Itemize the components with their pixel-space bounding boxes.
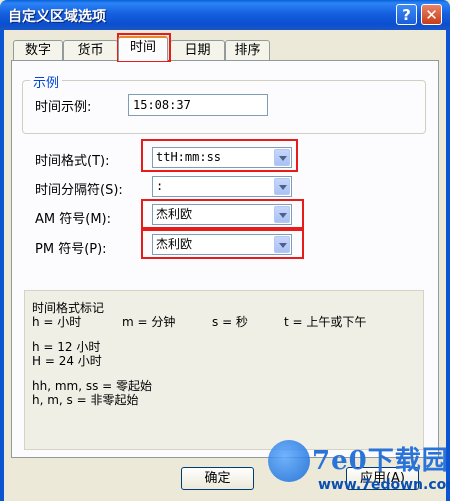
time-separator-combo[interactable]: : bbox=[152, 176, 292, 197]
close-button[interactable]: ✕ bbox=[421, 4, 442, 25]
highlight-pm-symbol bbox=[141, 229, 304, 259]
window-title: 自定义区域选项 bbox=[8, 9, 106, 25]
highlight-time-format bbox=[141, 139, 298, 172]
notes-legend-s: s = 秒 bbox=[212, 315, 248, 329]
tab-date[interactable]: 日期 bbox=[170, 40, 225, 60]
highlight-am-symbol bbox=[141, 199, 304, 229]
notes-h24: H = 24 小时 bbox=[32, 354, 102, 368]
tab-number[interactable]: 数字 bbox=[13, 40, 63, 60]
window-border-left bbox=[0, 30, 4, 501]
time-separator-value: : bbox=[156, 179, 164, 193]
sample-label: 时间示例: bbox=[35, 100, 92, 115]
watermark-url: www.7edown.com bbox=[318, 477, 450, 493]
notes-legend-t: t = 上午或下午 bbox=[284, 315, 367, 329]
tab-time[interactable]: 时间 bbox=[118, 36, 168, 61]
window-border-right bbox=[446, 30, 450, 501]
ok-button[interactable]: 确定 bbox=[181, 467, 254, 490]
notes-legend-h: h = 小时 bbox=[32, 315, 82, 329]
time-format-label: 时间格式(T): bbox=[35, 154, 110, 169]
notes-legend-m: m = 分钟 bbox=[122, 315, 176, 329]
am-symbol-label: AM 符号(M): bbox=[35, 212, 111, 227]
notes-no-leading-zero: h, m, s = 非零起始 bbox=[32, 393, 139, 407]
tab-sort[interactable]: 排序 bbox=[225, 40, 270, 60]
time-separator-label: 时间分隔符(S): bbox=[35, 183, 123, 198]
tab-currency[interactable]: 货币 bbox=[63, 40, 118, 60]
watermark-brand: 7e0下载园 bbox=[312, 446, 449, 476]
chevron-down-icon[interactable] bbox=[274, 178, 290, 195]
time-sample-field: 15:08:37 bbox=[128, 94, 268, 116]
pm-symbol-label: PM 符号(P): bbox=[35, 242, 107, 257]
watermark-logo bbox=[268, 440, 310, 482]
help-button[interactable]: ? bbox=[396, 4, 417, 25]
sample-legend: 示例 bbox=[30, 72, 63, 91]
title-bar: 自定义区域选项 ? ✕ bbox=[0, 0, 450, 30]
